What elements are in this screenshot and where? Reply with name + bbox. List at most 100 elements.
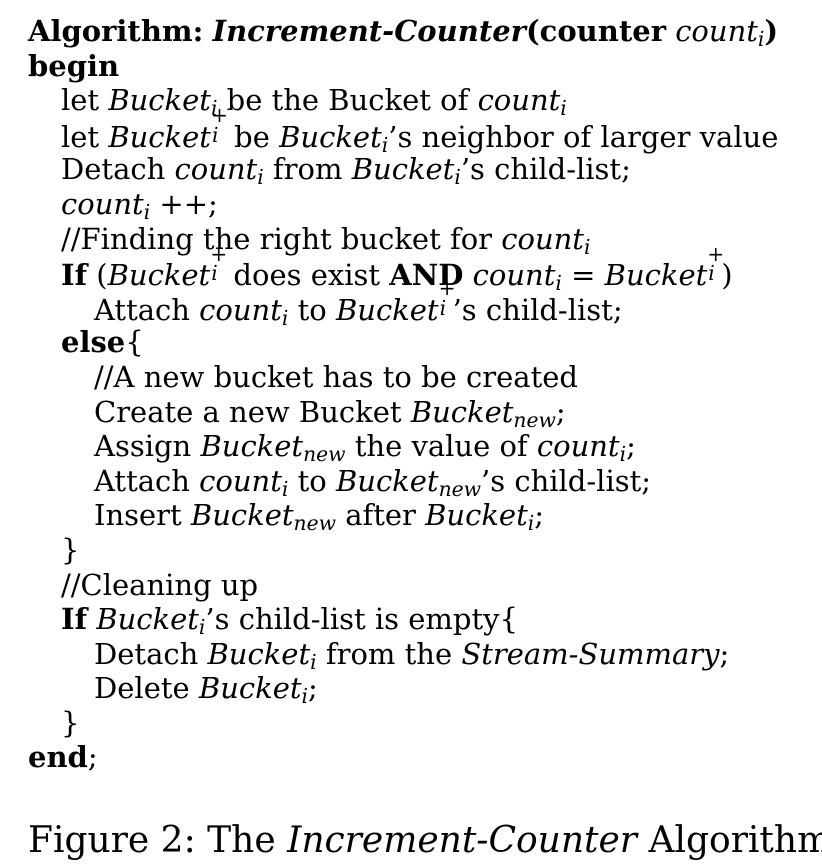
text: ; xyxy=(555,394,566,429)
var: Bucket xyxy=(425,498,528,533)
text: Attach xyxy=(94,463,200,498)
supsub: + i xyxy=(439,278,456,320)
code-line-7: Attach count i to Bucket + i’s child-list; xyxy=(28,278,778,328)
code-line-17: Detach Bucketi from the Stream-Summary; xyxy=(28,637,778,672)
code-line-14: } xyxy=(28,533,778,568)
algorithm-param-var: count xyxy=(675,14,758,48)
text xyxy=(463,258,472,292)
text: ’s child-list; xyxy=(452,292,623,327)
code-line-6: If (Bucket + i does exist AND counti = Buc… xyxy=(28,243,778,293)
sub: i xyxy=(708,261,715,286)
text: from xyxy=(263,152,352,187)
code-line-11: Assign Bucketnew the value of counti; xyxy=(28,429,778,464)
algorithm-block: Algorithm: Increment-Counter(counter cou… xyxy=(28,14,778,775)
var: Bucket xyxy=(190,498,294,533)
text: ; xyxy=(87,740,98,775)
text: from the xyxy=(316,636,462,671)
if-keyword: If xyxy=(61,258,88,293)
algorithm-keyword: Algorithm: xyxy=(28,14,204,48)
code-line-10: Create a new Bucket Bucketnew; xyxy=(28,395,778,430)
code-line-2: let Bucket + i be Bucketi’s neighbor of la… xyxy=(28,105,779,155)
code-line-9: //A new bucket has to be created xyxy=(28,360,778,395)
var: Bucket xyxy=(96,602,199,637)
var: Bucket xyxy=(604,258,708,293)
code-line-13: Insert Bucketnew after Bucketi; xyxy=(28,498,778,533)
text: Attach xyxy=(94,292,200,327)
sub: new xyxy=(303,442,346,467)
var: count xyxy=(174,152,258,187)
text: be xyxy=(224,119,280,154)
sub: i xyxy=(211,122,219,147)
text: be the Bucket of xyxy=(217,83,478,118)
sub: i xyxy=(560,96,567,121)
text: ; xyxy=(308,671,318,706)
else-keyword: else xyxy=(61,325,126,360)
sub: i xyxy=(583,234,591,259)
end-keyword: end xyxy=(28,740,88,775)
begin-keyword: begin xyxy=(28,48,120,83)
var: Bucket xyxy=(351,152,455,187)
code-line-12: Attach counti to Bucketnew’s child-list; xyxy=(28,464,778,499)
figure-caption: Figure 2: The Increment-Counter Algorith… xyxy=(28,820,822,861)
var: Bucket xyxy=(108,83,211,118)
text: Insert xyxy=(94,498,191,533)
caption-algorithm-name: Increment-Counter xyxy=(287,820,638,861)
text: Detach xyxy=(94,636,208,671)
supsub: + i xyxy=(707,243,724,286)
algorithm-header: Algorithm: Increment-Counter(counter cou… xyxy=(28,14,778,49)
var: Bucket xyxy=(198,671,302,706)
text: Delete xyxy=(94,671,199,706)
var: count xyxy=(536,429,620,464)
text: ’s child-list; xyxy=(481,463,652,498)
var: count xyxy=(61,186,144,221)
text: ; xyxy=(534,498,545,533)
supsub: + i xyxy=(210,243,227,286)
code-line-15: //Cleaning up xyxy=(28,568,778,603)
comment: //Cleaning up xyxy=(61,567,259,602)
close-brace: } xyxy=(61,705,80,740)
var: Bucket xyxy=(108,119,211,154)
text: to xyxy=(288,463,336,498)
text: ( xyxy=(87,258,108,293)
text: after xyxy=(335,498,426,533)
var: Bucket xyxy=(410,394,514,429)
caption-suffix: Algorithm xyxy=(637,820,822,861)
code-line-4: counti ++; xyxy=(28,187,778,222)
sub: new xyxy=(438,476,482,501)
code-line-16: If Bucketi’s child-list is empty{ xyxy=(28,602,778,637)
text: ’s neighbor of larger value xyxy=(388,119,779,154)
text: { xyxy=(125,325,144,360)
sub: i xyxy=(439,295,447,320)
begin-line: begin xyxy=(28,49,778,84)
text: = xyxy=(561,258,605,293)
var: Stream-Summary xyxy=(461,636,720,671)
end-line: end; xyxy=(28,740,778,775)
var: Bucket xyxy=(107,258,211,293)
text: Create a new Bucket xyxy=(94,394,411,429)
close-brace: } xyxy=(61,532,80,567)
algorithm-param-close: ) xyxy=(764,14,779,48)
var: Bucket xyxy=(335,292,439,327)
code-line-1: let Bucketi be the Bucket of counti xyxy=(28,83,778,118)
sub: new xyxy=(513,407,556,432)
var: Bucket xyxy=(207,636,311,671)
if-keyword: If xyxy=(61,602,88,637)
sub: i xyxy=(211,261,218,286)
text: ’s child-list is empty{ xyxy=(205,602,518,637)
text: Assign xyxy=(94,429,201,464)
sub: new xyxy=(293,511,336,536)
text: the value of xyxy=(345,429,537,464)
code-line-3: Detach counti from Bucketi’s child-list; xyxy=(28,152,778,187)
algorithm-param-keyword: (counter xyxy=(525,14,666,48)
comment: //Finding the right bucket for xyxy=(61,221,502,256)
text: ++; xyxy=(150,186,218,221)
text: let xyxy=(61,83,109,118)
code-line-8: else{ xyxy=(28,325,778,360)
text: ; xyxy=(719,636,730,671)
text: let xyxy=(61,119,109,154)
caption-prefix: Figure 2: The xyxy=(28,820,288,861)
text: ; xyxy=(626,429,636,464)
algorithm-name: Increment-Counter xyxy=(212,14,526,48)
text: Detach xyxy=(61,152,175,187)
var: Bucket xyxy=(279,119,382,154)
